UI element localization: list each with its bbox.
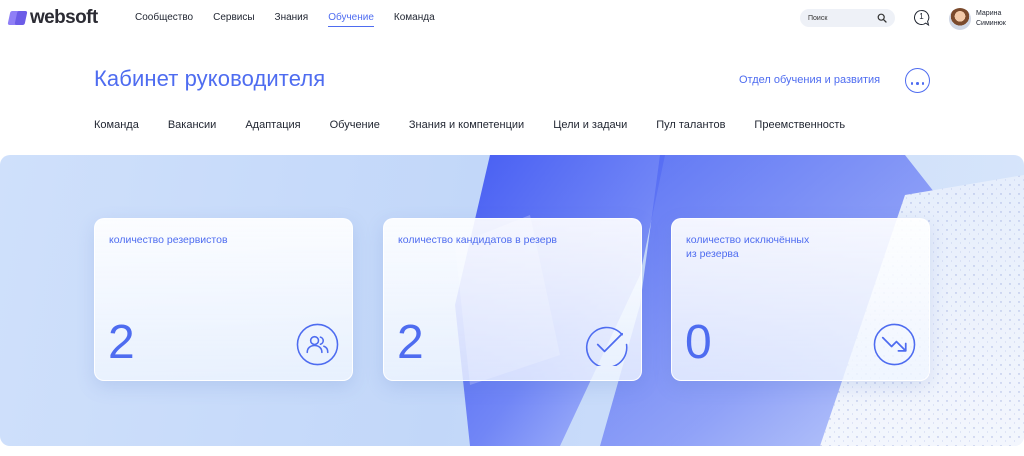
user-first-name: Марина <box>976 10 1002 17</box>
stat-card-candidates[interactable]: количество кандидатов в резерв 2 <box>383 218 642 381</box>
notifications-button[interactable]: 1 <box>913 9 930 27</box>
search-input[interactable] <box>808 11 874 25</box>
nav-item-community[interactable]: Сообщество <box>135 12 193 27</box>
nav-item-team[interactable]: Команда <box>394 12 435 27</box>
nav-item-services[interactable]: Сервисы <box>213 12 254 27</box>
websoft-logo[interactable]: websoft <box>7 7 98 28</box>
tab-goals-tasks[interactable]: Цели и задачи <box>553 119 627 131</box>
notification-count: 1 <box>919 12 924 21</box>
user-name[interactable]: Марина Симинюк <box>976 9 1022 29</box>
search-box <box>800 9 895 27</box>
stat-card-value: 2 <box>397 316 424 369</box>
stat-card-label: количество кандидатов в резерв <box>398 234 558 246</box>
stat-card-reservists[interactable]: количество резервистов 2 <box>94 218 353 381</box>
stats-banner: количество резервистов 2 количество канд… <box>0 155 1024 446</box>
users-icon <box>296 323 339 366</box>
check-circle-icon <box>585 326 628 366</box>
tab-vacancies[interactable]: Вакансии <box>168 119 217 131</box>
tab-knowledge-competencies[interactable]: Знания и компетенции <box>409 119 524 131</box>
section-tabs: Команда Вакансии Адаптация Обучение Знан… <box>94 119 845 131</box>
stat-card-label: количество резервистов <box>109 234 228 246</box>
top-bar: websoft Сообщество Сервисы Знания Обучен… <box>0 0 1024 38</box>
tab-succession[interactable]: Преемственность <box>754 119 845 131</box>
stat-card-label: количество исключённых из резерва <box>686 234 810 260</box>
page-title: Кабинет руководителя <box>94 66 326 91</box>
search-icon[interactable] <box>877 13 887 23</box>
stat-card-excluded[interactable]: количество исключённых из резерва 0 <box>671 218 930 381</box>
more-options-button[interactable] <box>905 68 930 93</box>
avatar[interactable] <box>949 8 971 30</box>
tab-adaptation[interactable]: Адаптация <box>245 119 300 131</box>
department-link[interactable]: Отдел обучения и развития <box>739 74 880 86</box>
tab-learning[interactable]: Обучение <box>330 119 380 131</box>
trend-down-icon <box>873 323 916 366</box>
tab-talent-pool[interactable]: Пул талантов <box>656 119 725 131</box>
main-nav: Сообщество Сервисы Знания Обучение Коман… <box>135 12 455 27</box>
user-last-name: Симинюк <box>976 20 1006 27</box>
more-icon <box>909 72 926 90</box>
logo-mark-icon <box>7 10 28 26</box>
stat-card-value: 0 <box>685 316 712 369</box>
nav-item-knowledge[interactable]: Знания <box>275 12 309 27</box>
stat-card-value: 2 <box>108 316 135 369</box>
tab-team[interactable]: Команда <box>94 119 139 131</box>
logo-text: websoft <box>30 7 98 28</box>
nav-item-learning[interactable]: Обучение <box>328 12 374 27</box>
